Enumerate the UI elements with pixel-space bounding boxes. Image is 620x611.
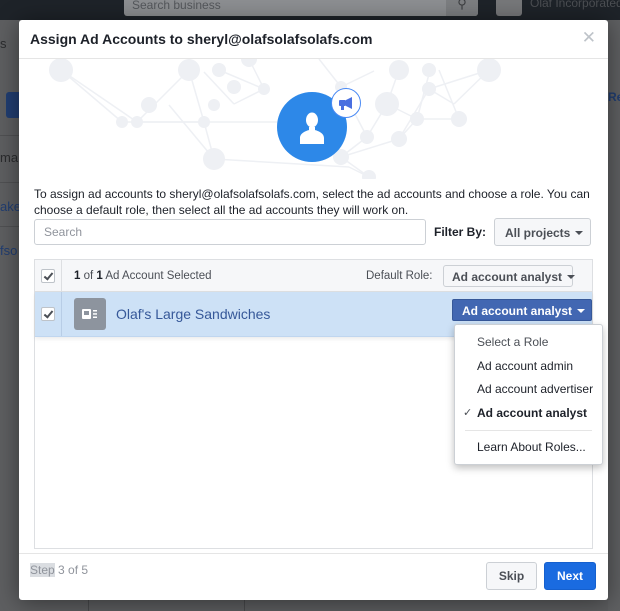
background-left-row: ma [0,150,19,165]
background-left-row: ake [0,199,20,214]
table-header: 1 of 1 Ad Account Selected Default Role:… [35,260,592,292]
background-search-input: Search business [124,0,478,16]
filter-by-label: Filter By: [434,225,487,239]
chevron-down-icon [575,230,584,235]
row-role-dropdown[interactable]: Ad account analyst [452,299,592,321]
background-divider [0,182,20,183]
dialog-header: Assign Ad Accounts to sheryl@olafsolafso… [19,20,608,59]
dialog-title: Assign Ad Accounts to sheryl@olafsolafso… [30,31,373,47]
role-menu-item-select-a-role[interactable]: Select a Role [455,331,602,355]
learn-about-roles-link[interactable]: Learn About Roles... [455,436,602,460]
role-menu-item-admin[interactable]: Ad account admin [455,355,602,379]
checkmark-icon: ✓ [463,406,473,419]
checkbox-column [35,260,62,291]
next-button[interactable]: Next [544,562,596,590]
background-divider [244,600,245,611]
checkbox-column [35,292,62,336]
role-menu-item-analyst[interactable]: ✓ Ad account analyst [455,402,602,426]
step-indicator: Step 3 of 5 [30,563,89,577]
background-left-tab: s [0,36,7,51]
menu-divider [465,430,592,431]
background-right-link: Re [608,90,620,104]
instructions-text: To assign ad accounts to sheryl@olafsola… [34,187,590,217]
chevron-down-icon [577,308,586,313]
background-divider [0,226,20,227]
search-input[interactable] [34,219,426,245]
filter-projects-dropdown[interactable]: All projects [494,218,591,246]
row-checkbox[interactable] [41,307,55,321]
background-right-panel [608,20,620,611]
select-all-checkbox[interactable] [41,269,55,283]
background-left-button [6,92,20,118]
ad-account-name[interactable]: Olaf's Large Sandwiches [116,306,270,322]
background-divider [0,135,20,136]
close-icon[interactable]: ✕ [582,29,596,47]
role-menu-item-label: Ad account analyst [477,405,588,420]
background-left-row: fso [0,243,18,258]
role-menu: Select a Role Ad account admin Ad accoun… [454,324,603,465]
selected-count: 1 of 1 Ad Account Selected [74,270,212,282]
default-role-label: Default Role: [366,270,433,282]
background-business-avatar [496,0,522,16]
ad-account-icon [74,298,106,330]
role-menu-item-advertiser[interactable]: Ad account advertiser [455,378,602,402]
megaphone-icon [331,88,361,118]
assign-ad-accounts-dialog: Assign Ad Accounts to sheryl@olafsolafso… [19,20,608,600]
default-role-dropdown[interactable]: Ad account analyst [443,265,576,287]
filter-value: All projects [505,226,571,240]
skip-button[interactable]: Skip [486,562,537,590]
row-role-value: Ad account analyst [462,304,573,318]
footer-divider [19,553,608,554]
background-business-name: Olaf Incorporated [530,0,620,10]
default-role-value: Ad account analyst [452,270,563,284]
background-search-icon: ⚲ [446,0,478,16]
background-divider [88,600,89,611]
hero-illustration [19,59,608,179]
chevron-down-icon [567,274,576,279]
